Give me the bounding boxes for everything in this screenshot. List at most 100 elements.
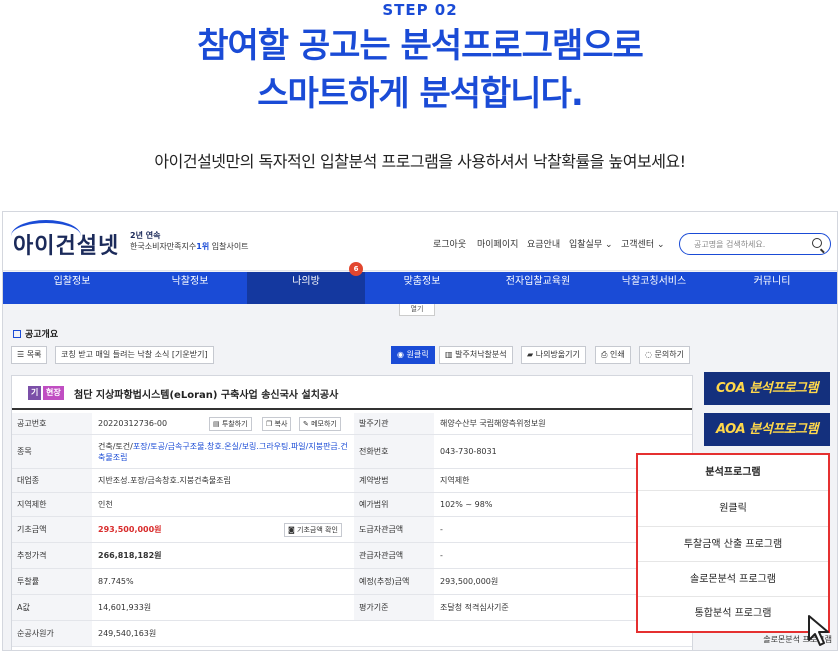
inquiry-button[interactable]: ◌ 문의하기 — [639, 346, 690, 364]
check-base-price-button[interactable]: ◙ 기초금액 확인 — [284, 522, 342, 537]
row-value: 인천 — [98, 500, 113, 509]
nav-bid-info[interactable]: 입찰정보 — [13, 272, 131, 304]
table-row: 투찰률 87.745% 예정(추정)금액 293,500,000원 — [12, 569, 692, 595]
row-value: 20220312736-00 — [98, 419, 168, 428]
logout-link[interactable]: 로그아웃 — [433, 237, 466, 250]
nav-custom-info[interactable]: 맞춤정보 — [363, 272, 481, 304]
section-icon — [13, 330, 21, 338]
row-label: 추정가격 — [12, 543, 92, 568]
table-row: 순공사원가 249,540,163원 — [12, 621, 692, 647]
table-row: 추정가격 266,818,182원 관급자관금액 - — [12, 543, 692, 569]
one-click-button[interactable]: ◉ 원클릭 — [391, 346, 435, 364]
row-label: A값 — [12, 595, 92, 620]
row-label: 발주기관 — [354, 413, 434, 434]
table-row: A값 14,601,933원 평가기준 조달청 적격심사기준 — [12, 595, 692, 621]
row-label: 순공사원가 — [12, 621, 92, 646]
row-label: 투찰률 — [12, 569, 92, 594]
coaching-news-button[interactable]: 코칭 받고 매일 들려는 낙찰 소식 [기운받기] — [55, 346, 214, 364]
row-label: 관급자관금액 — [354, 543, 434, 568]
row-label: 지역제한 — [12, 493, 92, 516]
nav-coaching[interactable]: 낙찰코칭서비스 — [595, 272, 713, 304]
table-row: 대업종 지반조성.포장/금속창호.지붕건축물조립 계약방법 지역제한 — [12, 469, 692, 493]
submit-bid-button[interactable]: ▤ 투찰하기 — [209, 416, 252, 431]
search-placeholder: 공고명을 검색하세요. — [694, 240, 766, 249]
popup-header: 분석프로그램 — [638, 455, 828, 491]
pricing-link[interactable]: 요금안내 — [527, 237, 560, 250]
agency-analysis-button[interactable]: ▥ 발주처낙찰분석 — [439, 346, 513, 364]
list-button[interactable]: ☰ 목록 — [11, 346, 48, 364]
one-click-icon: ◉ — [397, 350, 407, 359]
row-label: 전화번호 — [354, 435, 434, 468]
table-row: 지역제한 인천 예가범위 102% ~ 98% — [12, 493, 692, 517]
main-nav: 입찰정보 낙찰정보 나의방 맞춤정보 전자입찰교육원 낙찰코칭서비스 커뮤니티 — [3, 272, 837, 304]
row-label: 평가기준 — [354, 595, 434, 620]
nav-my-room[interactable]: 나의방 — [247, 272, 365, 304]
search-input[interactable]: 공고명을 검색하세요. — [679, 233, 831, 255]
notice-panel: 기 현장 첨단 지상파항법시스템(eLoran) 구축사업 송신국사 설치공사 … — [11, 375, 693, 650]
row-label: 예가범위 — [354, 493, 434, 516]
copy-button[interactable]: ❐ 복사 — [262, 416, 292, 431]
section-title: 공고개요 — [13, 327, 58, 340]
nav-community[interactable]: 커뮤니티 — [713, 272, 831, 304]
site-tag: 현장 — [43, 386, 64, 400]
coin-icon: ◙ — [288, 525, 298, 534]
row-value: 조달청 적격심사기준 — [440, 603, 509, 612]
table-row: 공고번호 20220312736-00 ▤ 투찰하기 ❐ 복사 ✎ 메모하기 발… — [12, 413, 692, 435]
row-value: 지역제한 — [440, 476, 470, 485]
print-button[interactable]: ⎙ 인쇄 — [595, 346, 631, 364]
headline-line-1: 참여할 공고는 분석프로그램으로 — [197, 26, 644, 66]
search-icon[interactable] — [812, 238, 822, 248]
open-tab-button[interactable]: 열기 — [399, 304, 435, 316]
row-label: 예정(추정)금액 — [354, 569, 434, 594]
row-value: 102% ~ 98% — [440, 500, 493, 509]
move-to-myroom-button[interactable]: ▰ 나의방옮기기 — [521, 346, 586, 364]
popup-item-one-click[interactable]: 원클릭 — [638, 491, 828, 527]
clipboard-icon: ▤ — [213, 419, 222, 428]
print-icon: ⎙ — [601, 350, 610, 359]
bidding-practice-menu[interactable]: 입찰실무 ⌄ — [569, 237, 613, 250]
site-header: 아이건설넷 2년 연속 한국소비자만족지수1위 입찰사이트 로그아웃 마이페이지… — [3, 212, 837, 271]
folder-icon: ▰ — [527, 350, 536, 359]
chart-icon: ▥ — [445, 350, 456, 359]
copy-icon: ❐ — [266, 419, 275, 428]
base-price-value: 293,500,000원 — [98, 525, 162, 534]
pencil-icon: ✎ — [303, 419, 312, 428]
headline-line-2: 스마트하게 분석합니다. — [257, 74, 584, 114]
row-value: 지반조성.포장/금속창호.지붕건축물조립 — [98, 476, 231, 485]
row-value: 293,500,000원 — [440, 577, 499, 586]
mouse-cursor-icon — [808, 615, 829, 646]
step-label: STEP 02 — [382, 1, 458, 19]
site-logo[interactable]: 아이건설넷 — [13, 228, 119, 260]
coa-program-button[interactable]: COA 분석프로그램 — [704, 372, 830, 405]
chat-icon: ◌ — [645, 350, 655, 359]
memo-button[interactable]: ✎ 메모하기 — [299, 416, 341, 431]
row-value: 249,540,163원 — [98, 629, 157, 638]
popup-item-solomon[interactable]: 솔로몬분석 프로그램 — [638, 562, 828, 597]
popup-item-bid-amount[interactable]: 투찰금액 산출 프로그램 — [638, 527, 828, 562]
table-row: 종목 건축/토건/포장/토공/금속구조물.창호.온실/보링.그라우팅.파일/지붕… — [12, 435, 692, 469]
notification-badge: 6 — [349, 262, 363, 276]
aoa-program-button[interactable]: AOA 분석프로그램 — [704, 413, 830, 446]
customer-center-menu[interactable]: 고객센터 ⌄ — [621, 237, 665, 250]
row-value: 266,818,182원 — [98, 551, 162, 560]
row-value: - — [440, 551, 443, 560]
award-badge-line1: 2년 연속 — [130, 231, 161, 240]
row-value: 043-730-8031 — [440, 447, 497, 456]
row-value: 87.745% — [98, 577, 134, 586]
nav-award-info[interactable]: 낙찰정보 — [131, 272, 249, 304]
row-value: 14,601,933원 — [98, 603, 152, 612]
award-badge-line2: 한국소비자만족지수1위 입찰사이트 — [130, 242, 249, 251]
row-label: 도급자관금액 — [354, 517, 434, 542]
row-value: 건축/토건/포장/토공/금속구조물.창호.온실/보링.그라우팅.파일/지붕판금.… — [98, 441, 348, 462]
row-value: 해양수산부 국립해양측위정보원 — [440, 419, 546, 428]
row-label: 공고번호 — [12, 413, 92, 434]
row-label: 계약방법 — [354, 469, 434, 492]
row-value: - — [440, 525, 443, 534]
mypage-link[interactable]: 마이페이지 — [477, 237, 518, 250]
row-label: 대업종 — [12, 469, 92, 492]
hero-subtitle: 아이건설넷만의 독자적인 입찰분석 프로그램을 사용하셔서 낙찰확률을 높여보세… — [154, 152, 686, 171]
nav-e-bid-edu[interactable]: 전자입찰교육원 — [479, 272, 597, 304]
row-label: 종목 — [12, 435, 92, 468]
analysis-program-popup: 분석프로그램 원클릭 투찰금액 산출 프로그램 솔로몬분석 프로그램 통합분석 … — [636, 453, 830, 633]
popup-item-integrated[interactable]: 통합분석 프로그램 — [638, 597, 828, 631]
